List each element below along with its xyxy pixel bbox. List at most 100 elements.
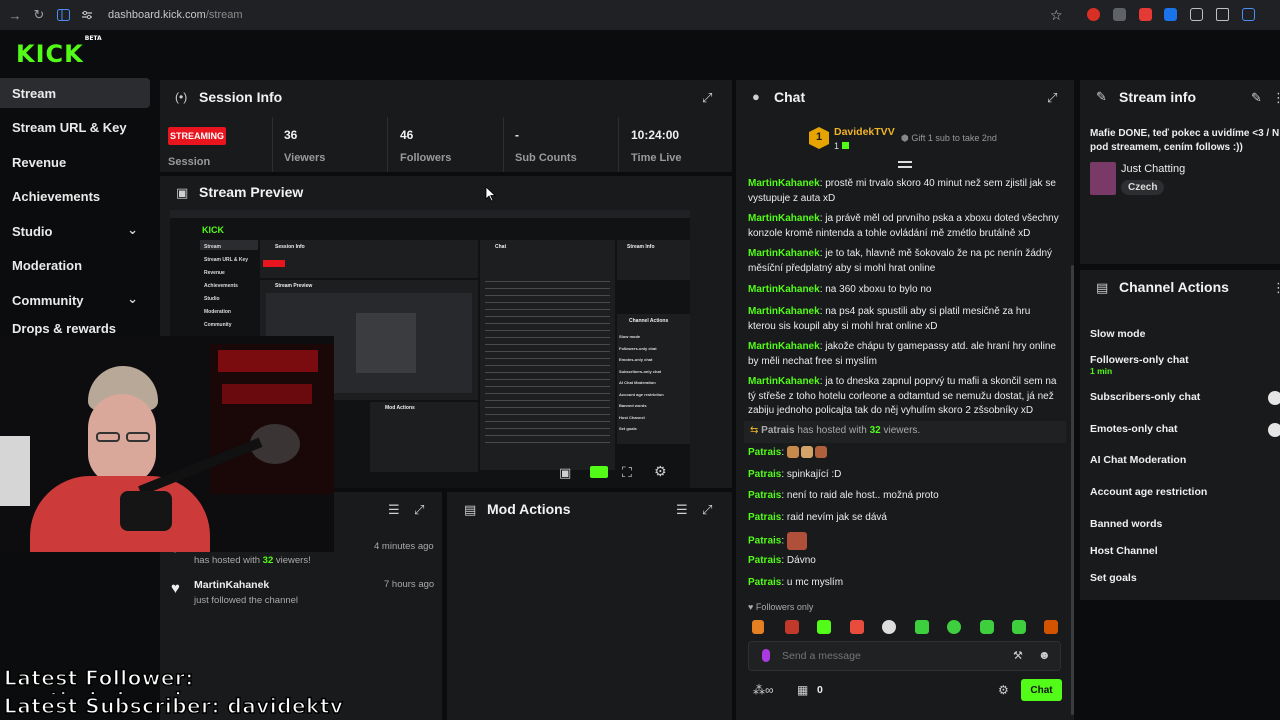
- chat-username[interactable]: MartinKahanek: [748, 178, 820, 189]
- gear-icon[interactable]: ⚙: [654, 463, 667, 480]
- send-chat-button[interactable]: Chat: [1021, 679, 1062, 701]
- command-icon[interactable]: ⚒: [1013, 649, 1023, 662]
- chat-username[interactable]: Patrais: [748, 447, 781, 458]
- extension-screenshot-icon[interactable]: [1216, 8, 1229, 21]
- top-gifter-name[interactable]: DavidekTVV: [834, 126, 895, 138]
- extension-red-icon[interactable]: [1087, 8, 1100, 21]
- emote-icon[interactable]: [980, 620, 994, 634]
- action-account-age[interactable]: Account age restriction: [1090, 486, 1207, 498]
- chat-username[interactable]: MartinKahanek: [748, 213, 820, 224]
- preview-action-list: Slow mode Followers-only chat Emotes-onl…: [619, 331, 664, 435]
- sidebar-toggle-icon[interactable]: [54, 6, 72, 24]
- chat-username[interactable]: MartinKahanek: [748, 341, 820, 352]
- chat-username[interactable]: Patrais: [748, 469, 781, 480]
- sidebar-item-stream-url-key[interactable]: Stream URL & Key: [0, 112, 150, 142]
- gear-icon[interactable]: ⚙: [998, 683, 1009, 697]
- emote-icon[interactable]: [752, 620, 764, 634]
- sidebar-item-studio[interactable]: Studio ⌄: [0, 216, 150, 246]
- preview-action: Followers-only chat: [619, 345, 657, 351]
- action-emotes-only[interactable]: Emotes-only chat: [1090, 423, 1178, 435]
- emote-icon[interactable]: [882, 620, 896, 634]
- extension-blue-icon[interactable]: [1164, 8, 1177, 21]
- activity-user[interactable]: MartinKahanek: [194, 579, 269, 591]
- host-username[interactable]: Patrais: [761, 425, 794, 436]
- sidebar-item-stream[interactable]: Stream: [0, 78, 150, 108]
- fullscreen-icon[interactable]: ⛶: [622, 464, 632, 481]
- divider: [618, 117, 619, 172]
- preview-chat-panel: Chat: [480, 240, 615, 470]
- more-icon[interactable]: ⋮: [1272, 280, 1280, 296]
- preview-chat-lines: [485, 278, 610, 448]
- panel-title-session-info: Session Info: [199, 89, 283, 105]
- shop-icon[interactable]: ▦: [797, 683, 808, 697]
- sidebar-item-moderation[interactable]: Moderation: [0, 250, 150, 280]
- chat-username[interactable]: Patrais: [748, 577, 781, 588]
- theater-mode-icon[interactable]: ▣: [559, 465, 571, 481]
- chat-username[interactable]: MartinKahanek: [748, 376, 820, 387]
- bookmark-star-icon[interactable]: ☆: [1050, 7, 1063, 24]
- category-thumbnail[interactable]: [1090, 162, 1116, 195]
- filter-icon[interactable]: ☰: [676, 502, 688, 518]
- forward-icon[interactable]: →: [6, 6, 24, 24]
- live-indicator-icon[interactable]: [590, 466, 608, 478]
- chat-username[interactable]: MartinKahanek: [748, 284, 820, 295]
- chat-message: Patrais:: [748, 446, 1060, 461]
- webcam-background: [210, 344, 334, 494]
- action-host-channel[interactable]: Host Channel: [1090, 545, 1158, 557]
- kick-logo[interactable]: KICKBETA: [16, 35, 102, 68]
- chat-username[interactable]: MartinKahanek: [748, 248, 820, 259]
- microphone-icon[interactable]: [762, 649, 770, 662]
- popout-icon[interactable]: ⤢: [702, 502, 712, 518]
- collapse-handle-icon[interactable]: [898, 161, 912, 163]
- emotes-only-toggle[interactable]: [1268, 423, 1280, 437]
- chat-message-input[interactable]: [782, 647, 1002, 665]
- extension-puzzle-icon[interactable]: [1242, 8, 1255, 21]
- chat-username[interactable]: MartinKahanek: [748, 306, 820, 317]
- filter-icon[interactable]: ☰: [388, 502, 400, 518]
- extension-record-icon[interactable]: [1139, 8, 1152, 21]
- emote-icon[interactable]: [1044, 620, 1058, 634]
- category-name[interactable]: Just Chatting: [1121, 163, 1185, 175]
- emote-icon[interactable]: [915, 620, 929, 634]
- action-set-goals[interactable]: Set goals: [1090, 572, 1137, 584]
- emoji-icon[interactable]: ☻: [1038, 648, 1051, 662]
- emote-icon[interactable]: [817, 620, 831, 634]
- gift-cta[interactable]: ⬢ Gift 1 sub to take 2nd: [901, 133, 997, 144]
- more-icon[interactable]: ⋮: [1272, 90, 1280, 106]
- action-banned-words[interactable]: Banned words: [1090, 518, 1162, 530]
- popout-icon[interactable]: ⤢: [414, 502, 424, 518]
- activity-suffix: viewers!: [273, 555, 311, 566]
- divider: [387, 117, 388, 172]
- emote-icon[interactable]: [850, 620, 864, 634]
- preview-panel-title: Session Info: [275, 244, 305, 250]
- sidebar-item-achievements[interactable]: Achievements: [0, 181, 150, 211]
- chat-message: MartinKahanek: jakože chápu ty gamepassy…: [748, 341, 1056, 367]
- channel-points-icon[interactable]: ⁂∞: [753, 683, 774, 697]
- sidebar-item-revenue[interactable]: Revenue: [0, 147, 150, 177]
- edit-icon[interactable]: ✎: [1251, 90, 1262, 106]
- site-settings-icon[interactable]: [78, 6, 96, 24]
- tag-chip[interactable]: Czech: [1121, 180, 1165, 195]
- extension-window-icon[interactable]: [1190, 8, 1203, 21]
- chat-scrollbar[interactable]: [1071, 265, 1074, 715]
- chat-username[interactable]: Patrais: [748, 555, 781, 566]
- emote-icon[interactable]: [1012, 620, 1026, 634]
- sidebar-item-community[interactable]: Community ⌄: [0, 285, 150, 315]
- emote-icon[interactable]: [785, 620, 799, 634]
- action-ai-moderation[interactable]: AI Chat Moderation: [1090, 454, 1186, 466]
- chat-username[interactable]: Patrais: [748, 512, 781, 523]
- popout-icon[interactable]: ⤢: [702, 90, 712, 106]
- chat-username[interactable]: Patrais: [748, 536, 781, 547]
- preview-action: Set goals: [619, 426, 637, 431]
- popout-icon[interactable]: ⤢: [1047, 90, 1057, 106]
- action-followers-only[interactable]: Followers-only chat: [1090, 354, 1189, 366]
- subscribers-only-toggle[interactable]: [1268, 391, 1280, 405]
- address-bar[interactable]: dashboard.kick.com/stream: [108, 9, 243, 21]
- chat-username[interactable]: Patrais: [748, 490, 781, 501]
- action-slow-mode[interactable]: Slow mode: [1090, 328, 1145, 340]
- emote-icon[interactable]: [947, 620, 961, 634]
- preview-menu-item: Studio: [204, 296, 220, 302]
- action-subscribers-only[interactable]: Subscribers-only chat: [1090, 391, 1200, 403]
- reload-icon[interactable]: ↻: [30, 6, 48, 24]
- extension-fox-icon[interactable]: [1113, 8, 1126, 21]
